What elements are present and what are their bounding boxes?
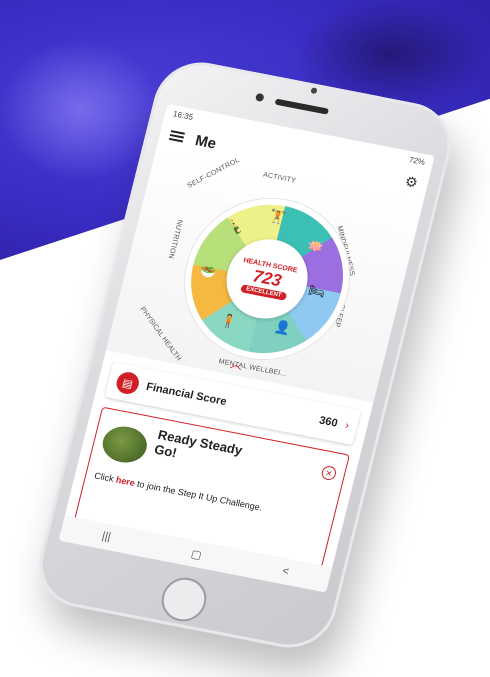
financial-score-value: 360 — [317, 414, 339, 430]
menu-icon[interactable] — [168, 130, 185, 143]
lotus-icon: 🪷 — [305, 237, 326, 255]
promo-body-prefix: Click — [93, 470, 118, 485]
wallet-icon: ▤ — [114, 370, 142, 396]
sneakers-image — [98, 422, 151, 467]
close-icon[interactable]: ✕ — [320, 464, 338, 482]
chevron-up-icon[interactable]: ︿ — [229, 355, 245, 374]
salad-bowl-icon: 🥗 — [198, 263, 218, 281]
health-wheel[interactable]: 🏋 🪷 🛏 👤 🧍 🥗 🍾 HEALTH SCORE 723 EXCELLENT — [167, 184, 367, 373]
home-button[interactable]: ▢ — [190, 547, 203, 562]
health-score-center[interactable]: HEALTH SCORE 723 EXCELLENT — [218, 232, 317, 326]
segment-label-physical-health[interactable]: PHYSICAL HEALTH — [138, 306, 182, 363]
promo-title: Ready Steady Go! — [152, 426, 244, 461]
head-icon: 👤 — [273, 318, 293, 337]
segment-label-nutrition[interactable]: NUTRITION — [167, 219, 184, 259]
body-icon: 🧍 — [219, 312, 239, 330]
promo-body-suffix: to join the Step It Up Challenge. — [133, 478, 264, 513]
segment-label-activity[interactable]: ACTIVITY — [262, 171, 296, 184]
promo-body: Click here to join the Step It Up Challe… — [93, 469, 283, 517]
chevron-right-icon: › — [343, 419, 351, 432]
segment-label-self-control[interactable]: SELF-CONTROL — [186, 157, 240, 190]
status-time: 16:35 — [172, 108, 195, 122]
exercise-icon: 🏋 — [267, 207, 288, 226]
back-button[interactable]: < — [281, 565, 290, 578]
financial-score-label: Financial Score — [144, 380, 228, 409]
bed-icon: 🛏 — [306, 282, 327, 300]
bottle-icon: 🍾 — [226, 217, 246, 236]
background-blur — [0, 40, 160, 180]
recents-button[interactable]: ||| — [101, 530, 112, 543]
gear-icon[interactable]: ⚙ — [403, 172, 420, 191]
status-battery: 72% — [408, 154, 427, 167]
